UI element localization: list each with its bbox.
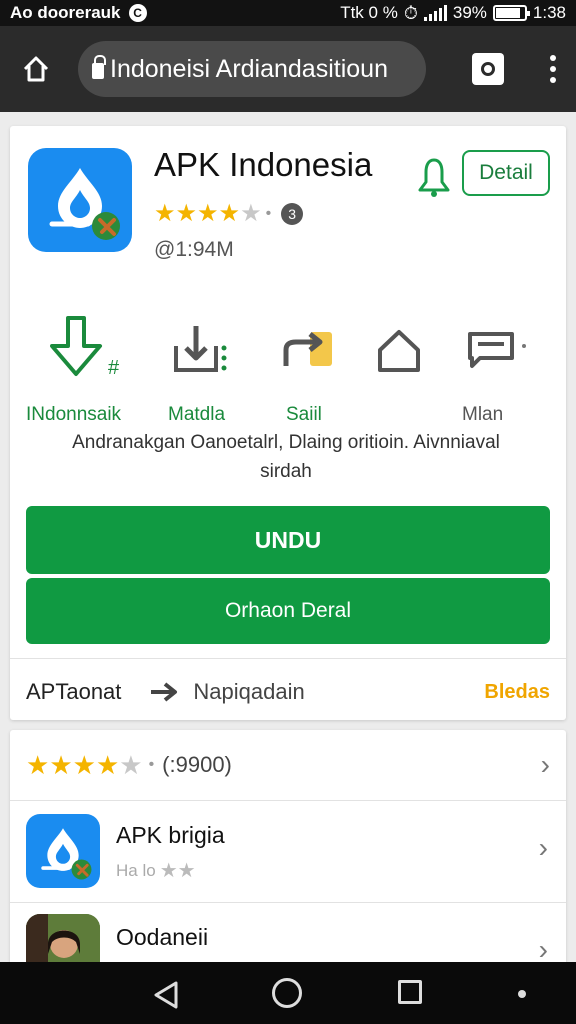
recents-icon[interactable] — [398, 980, 422, 1004]
home-circle-icon[interactable] — [272, 978, 302, 1008]
reviews-count: (:9900) — [162, 752, 232, 777]
list-item[interactable]: APK brigia Ha lo ★★ › — [10, 802, 566, 902]
divider — [10, 800, 566, 801]
app-card: APK Indonesia ★ ★ ★ ★ ★ • 3 @1:94M Detail # — [10, 126, 566, 720]
arrow-right-icon — [149, 680, 179, 704]
app-icon — [28, 148, 132, 252]
feature-download[interactable]: # — [44, 312, 134, 389]
camera-icon — [481, 62, 495, 76]
message-icon — [468, 332, 526, 368]
list-item-name: APK brigia — [116, 822, 225, 848]
feature-home[interactable] — [376, 326, 422, 381]
feature-label-share: Saiil — [286, 404, 322, 425]
feature-label-download: INdonnsaik — [26, 404, 122, 425]
divider — [10, 902, 566, 903]
app-title: APK Indonesia — [154, 146, 373, 183]
system-nav-bar — [0, 962, 576, 1024]
battery-percent: 39% — [452, 3, 487, 22]
category-target: Napiqadain — [193, 679, 305, 704]
status-left-text: Ao doorerauk — [10, 3, 121, 22]
status-bar: Ao doorerauk C Ttk 0 % ⏱ 39% 1:38 — [0, 0, 576, 26]
overflow-menu-button[interactable] — [548, 55, 558, 83]
category-label: APTaonat — [26, 679, 122, 704]
home-button[interactable] — [18, 51, 54, 87]
rating-badge: 3 — [281, 203, 304, 225]
open-button[interactable]: Orhaon Deral — [26, 578, 550, 644]
reviews-row[interactable]: ★ ★ ★ ★ ★ • (:9900) › — [10, 730, 566, 800]
download-button[interactable]: UNDU — [26, 506, 550, 574]
status-right-text: Ttk 0 % — [340, 3, 398, 22]
chevron-right-icon: › — [538, 832, 548, 863]
svg-text:#: # — [108, 357, 120, 379]
feature-label-install: Matdla — [168, 404, 226, 425]
screenshot-button[interactable] — [472, 53, 504, 85]
feature-install[interactable] — [168, 322, 232, 383]
lock-icon — [92, 55, 106, 79]
nav-dot-icon — [518, 990, 526, 998]
battery-icon — [492, 5, 530, 21]
description-line-2: sirdah — [260, 461, 312, 482]
list-item-name: Oodaneii — [116, 924, 209, 950]
app-size: @1:94M — [154, 238, 234, 261]
list-item-sub: Ha lo ★★ — [116, 860, 196, 882]
alarm-icon: ⏱ — [403, 2, 418, 23]
category-row[interactable]: APTaonat Napiqadain Bledas — [26, 674, 550, 710]
description-line-1: Andranakgan Oanoetalrl, Dlaing oritioin.… — [72, 432, 500, 453]
status-time: 1:38 — [532, 3, 566, 22]
url-text: Indoneisi Ardiandasitioun — [110, 54, 388, 83]
notification-icon: C — [128, 4, 147, 22]
feature-share[interactable] — [280, 322, 340, 383]
back-icon[interactable] — [152, 980, 180, 1010]
related-card: ★ ★ ★ ★ ★ • (:9900) › APK brigia Ha lo ★★ › — [10, 730, 566, 988]
detail-button[interactable]: Detail — [462, 150, 550, 196]
list-app-icon — [26, 814, 100, 888]
share-icon — [283, 332, 332, 366]
bell-icon — [418, 158, 450, 197]
app-description: Andranakgan Oanoetalrl, Dlaing oritioin.… — [26, 428, 546, 486]
notification-bell-button[interactable] — [416, 156, 452, 203]
url-bar[interactable]: Indoneisi Ardiandasitioun — [78, 41, 426, 97]
feature-label-message: Mlan — [462, 404, 504, 425]
divider — [10, 658, 566, 659]
download-icon: # — [50, 316, 120, 379]
home-outline-icon — [378, 330, 420, 372]
browser-toolbar: Indoneisi Ardiandasitioun — [0, 26, 576, 112]
feature-message[interactable] — [466, 330, 530, 375]
chevron-right-icon: › — [540, 749, 550, 780]
install-icon — [174, 326, 227, 372]
app-rating: ★ ★ ★ ★ ★ • 3 — [154, 202, 304, 226]
category-link[interactable]: Bledas — [484, 681, 550, 704]
signal-icon — [423, 5, 447, 21]
home-icon — [23, 56, 49, 82]
